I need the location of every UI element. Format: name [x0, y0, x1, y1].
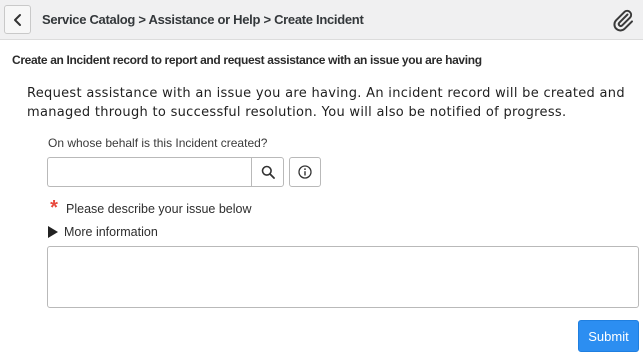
back-button[interactable] [4, 5, 31, 34]
breadcrumb-service-catalog[interactable]: Service Catalog [42, 12, 135, 27]
more-information-toggle[interactable]: More information [48, 224, 158, 240]
lookup-search-button[interactable] [251, 157, 284, 187]
header-bar: Service Catalog > Assistance or Help > C… [0, 0, 643, 40]
info-button[interactable] [289, 157, 321, 187]
info-icon [298, 165, 312, 179]
more-information-label: More information [64, 225, 158, 239]
submit-button[interactable]: Submit [578, 320, 639, 352]
attachment-button[interactable] [611, 8, 635, 32]
required-asterisk-icon: * [50, 197, 58, 219]
caret-right-icon [48, 226, 58, 238]
breadcrumb-create-incident: Create Incident [274, 12, 364, 27]
behalf-field-label: On whose behalf is this Incident created… [48, 136, 268, 150]
issue-field-label: Please describe your issue below [66, 201, 252, 216]
breadcrumb: Service Catalog > Assistance or Help > C… [42, 12, 364, 27]
paperclip-icon [613, 9, 633, 32]
issue-field-label-row: * Please describe your issue below [46, 197, 252, 219]
chevron-left-icon [13, 13, 21, 26]
breadcrumb-assistance-or-help[interactable]: Assistance or Help [148, 12, 260, 27]
form-description: Request assistance with an issue you are… [27, 86, 625, 120]
form-subtitle: Create an Incident record to report and … [12, 53, 482, 67]
breadcrumb-separator: > [135, 12, 149, 27]
behalf-user-input[interactable] [47, 157, 252, 187]
search-icon [261, 165, 275, 179]
breadcrumb-separator: > [260, 12, 275, 27]
issue-description-textarea[interactable] [47, 246, 639, 308]
